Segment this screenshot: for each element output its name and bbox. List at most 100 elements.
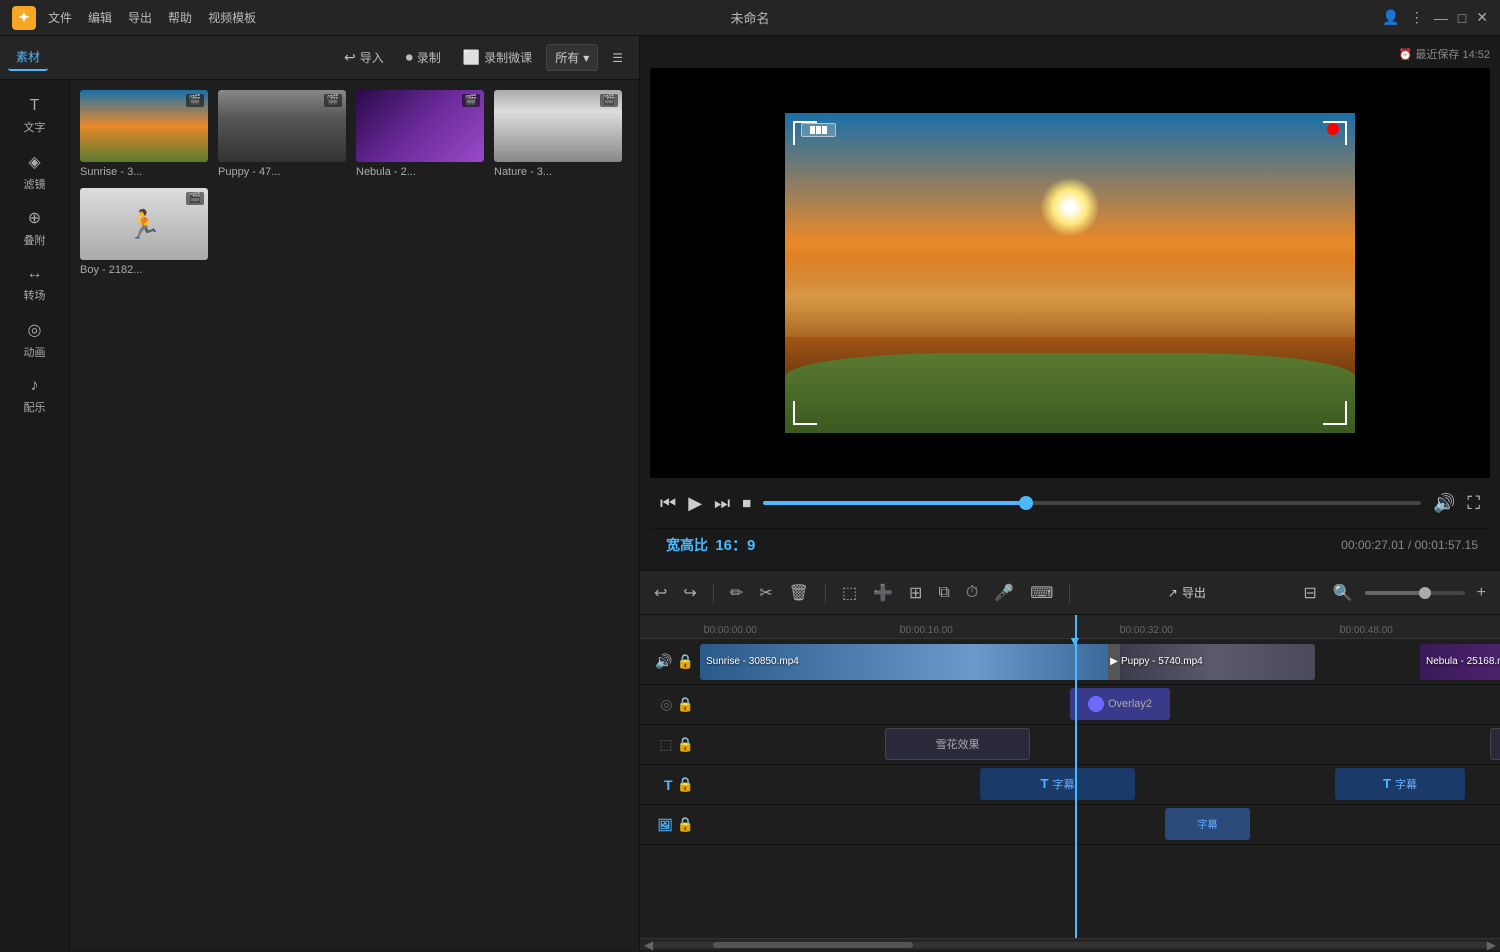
rewind-button[interactable]: ⏮ [660, 493, 676, 514]
zoom-thumb[interactable] [1419, 587, 1431, 599]
menu-export[interactable]: 导出 [128, 9, 152, 26]
effect-track-content: 雪花效果 笔刷4 🖊 [700, 726, 1500, 764]
scroll-right-button[interactable]: ▶ [1487, 938, 1496, 952]
clip-nebula[interactable]: Nebula - 25168.mp4 [1420, 644, 1500, 680]
track-volume-icon[interactable]: 🔊 [655, 653, 672, 670]
crop-button[interactable]: ⬚ [838, 579, 861, 607]
timer-button[interactable]: ⏱ [962, 580, 982, 606]
cloud-layer [785, 257, 1355, 337]
subtitle-track: 🖼 🔒 字幕 十下三段1 [640, 805, 1500, 845]
rec-dot [1327, 123, 1339, 135]
menu-file[interactable]: 文件 [48, 9, 72, 26]
list-item[interactable]: 🎬 Sunrise - 3... [80, 90, 208, 178]
filter-icon: ◈ [28, 152, 40, 172]
list-item[interactable]: 🎬 Nature - 3... [494, 90, 622, 178]
text-track-icon: T [664, 777, 673, 793]
mic-button[interactable]: 🎤 [990, 579, 1018, 607]
frame-corner-bl [793, 401, 817, 425]
stop-button[interactable]: ⏹ [742, 493, 751, 514]
menu-edit[interactable]: 编辑 [88, 9, 112, 26]
fullscreen-button[interactable]: ⛶ [1467, 493, 1480, 514]
media-toolbar: 素材 ↩ 导入 ⏺ 录制 ⬜ 录制微课 所有 ▾ ☰ [0, 36, 639, 80]
video-badge: 🎬 [600, 94, 618, 107]
progress-thumb[interactable] [1019, 496, 1033, 510]
filter-select[interactable]: 所有 ▾ [546, 44, 598, 71]
menu-dots-button[interactable]: ☰ [604, 47, 631, 69]
overlay-track-icon: ◎ [660, 696, 672, 713]
play-button[interactable]: ▶ [688, 493, 702, 514]
fast-forward-button[interactable]: ⏭ [714, 493, 730, 514]
sidebar-item-music[interactable]: ♪ 配乐 [0, 368, 69, 424]
sidebar-item-overlay[interactable]: ⊕ 叠附 [0, 200, 69, 256]
import-button[interactable]: ↩ 导入 [336, 45, 392, 70]
text-track-1-content: T 字幕 T 字幕 T 下三分之- [700, 766, 1500, 804]
list-item[interactable]: 🏃 🎬 Boy - 2182... [80, 188, 208, 276]
sidebar-item-animation[interactable]: ◎ 动画 [0, 312, 69, 368]
right-panel: ⏰ 最近保存 14:52 [640, 36, 1500, 950]
export-button[interactable]: ↗ 导出 [1168, 584, 1206, 601]
effect-icon: ⬚ [659, 736, 672, 753]
video-badge: 🎬 [186, 94, 204, 107]
close-button[interactable]: ✕ [1476, 9, 1488, 26]
preview-controls: ⏮ ▶ ⏭ ⏹ 🔊 ⛶ [650, 478, 1490, 528]
music-icon: ♪ [31, 377, 39, 395]
track-lock-icon-5[interactable]: 🔒 [677, 816, 694, 833]
user-icon[interactable]: 👤 [1382, 9, 1399, 26]
media-tab-active[interactable]: 素材 [8, 44, 48, 71]
redo-button[interactable]: ↪ [679, 579, 700, 607]
overlay-clip[interactable]: Overlay2 [1070, 688, 1170, 720]
delete-button[interactable]: 🗑 [785, 579, 813, 607]
effect-clip-snow[interactable]: 雪花效果 [885, 728, 1030, 760]
scrollbar-thumb[interactable] [713, 942, 913, 948]
minimize-button[interactable]: — [1434, 10, 1448, 26]
sidebar-item-filter[interactable]: ◈ 滤镜 [0, 144, 69, 200]
clip-puppy[interactable]: Puppy - 5740.mp4 [1115, 644, 1315, 680]
track-lock-icon-4[interactable]: 🔒 [677, 776, 694, 793]
ruler-mark-2: 00:00:32.00 [1120, 625, 1173, 638]
zoom-fill [1365, 591, 1425, 595]
grid-button[interactable]: ⊞ [905, 579, 926, 607]
scrollbar-track[interactable] [653, 942, 1487, 948]
text-clip-5[interactable]: 字幕 [1165, 808, 1250, 840]
video-frame [785, 113, 1355, 433]
edit-button[interactable]: ✏ [726, 579, 747, 607]
maximize-button[interactable]: □ [1458, 10, 1466, 26]
progress-bar[interactable] [763, 501, 1421, 505]
effect-clip-brush[interactable]: 笔刷4 🖊 [1490, 728, 1500, 760]
sidebar-item-text[interactable]: T 文字 [0, 88, 69, 144]
menu-help[interactable]: 帮助 [168, 9, 192, 26]
clip-sunrise[interactable]: Sunrise - 30850.mp4 [700, 644, 1110, 680]
text-clip-label-2: 字幕 [1395, 776, 1417, 792]
track-lock-icon-2[interactable]: 🔒 [677, 696, 694, 713]
preview-header: ⏰ 最近保存 14:52 [650, 46, 1490, 62]
list-item[interactable]: 🎬 Puppy - 47... [218, 90, 346, 178]
aspect-ratio: 宽高比 16：9 [662, 534, 755, 555]
record-course-button[interactable]: ⬜ 录制微课 [455, 45, 540, 70]
clone-button[interactable]: ⧉ [934, 580, 953, 606]
caption-button[interactable]: ⌨ [1026, 579, 1057, 607]
add-track-button[interactable]: ➕ [869, 579, 897, 607]
record-button[interactable]: ⏺ 录制 [398, 45, 449, 70]
text-clip-2[interactable]: T 字幕 [1335, 768, 1465, 800]
zoom-out-button[interactable]: 🔍 [1329, 579, 1357, 607]
list-item[interactable]: 🎬 Nebula - 2... [356, 90, 484, 178]
sidebar-item-transition[interactable]: ↔ 转场 [0, 256, 69, 312]
text-clip-1[interactable]: T 字幕 [980, 768, 1135, 800]
scroll-left-button[interactable]: ◀ [644, 938, 653, 952]
preview-footer: 宽高比 16：9 00:00:27.01 / 00:01:57.15 [650, 528, 1490, 560]
volume-button[interactable]: 🔊 [1433, 493, 1455, 514]
last-saved-label: 最近保存 14:52 [1415, 49, 1490, 61]
menu-video-template[interactable]: 视频模板 [208, 9, 259, 26]
video-badge: 🎬 [462, 94, 480, 107]
cut-button[interactable]: ✂ [755, 579, 776, 607]
time-display: 00:00:27.01 / 00:01:57.15 [1341, 538, 1478, 552]
zoom-slider[interactable] [1365, 591, 1465, 595]
zoom-in-button[interactable]: + [1473, 580, 1490, 606]
track-lock-icon-3[interactable]: 🔒 [677, 736, 694, 753]
track-controls-effect1: ⬚ 🔒 [640, 736, 700, 753]
track-lock-icon[interactable]: 🔒 [677, 653, 694, 670]
media-filename: Nature - 3... [494, 166, 622, 178]
zoom-fit-button[interactable]: ⊟ [1299, 579, 1320, 607]
undo-button[interactable]: ↩ [650, 579, 671, 607]
more-icon[interactable]: ⋮ [1410, 9, 1424, 26]
